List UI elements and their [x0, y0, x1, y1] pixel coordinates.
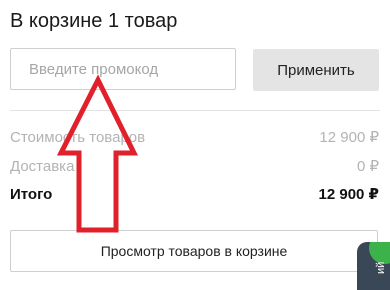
delivery-value: 0 ₽	[356, 158, 379, 175]
cart-summary-panel: В корзине 1 товар Применить Стоимость то…	[0, 0, 390, 290]
delivery-label: Доставка	[10, 158, 75, 175]
divider	[10, 110, 380, 111]
delivery-row: Доставка 0 ₽	[10, 157, 379, 177]
widget-label: ий	[375, 261, 387, 274]
cart-title: В корзине 1 товар	[10, 10, 178, 32]
goods-cost-label: Стоимость товаров	[10, 129, 146, 146]
total-row: Итого 12 900 ₽	[10, 185, 379, 205]
total-value: 12 900 ₽	[318, 186, 379, 203]
side-chat-widget[interactable]: ий	[357, 242, 390, 290]
apply-promo-button[interactable]: Применить	[253, 49, 379, 91]
widget-status-icon	[369, 242, 390, 264]
promo-code-input[interactable]	[10, 48, 236, 90]
goods-cost-value: 12 900 ₽	[319, 129, 379, 146]
goods-cost-row: Стоимость товаров 12 900 ₽	[10, 128, 379, 148]
annotation-arrow	[56, 74, 139, 233]
total-label: Итого	[10, 186, 53, 203]
view-cart-items-button[interactable]: Просмотр товаров в корзине	[10, 230, 378, 272]
